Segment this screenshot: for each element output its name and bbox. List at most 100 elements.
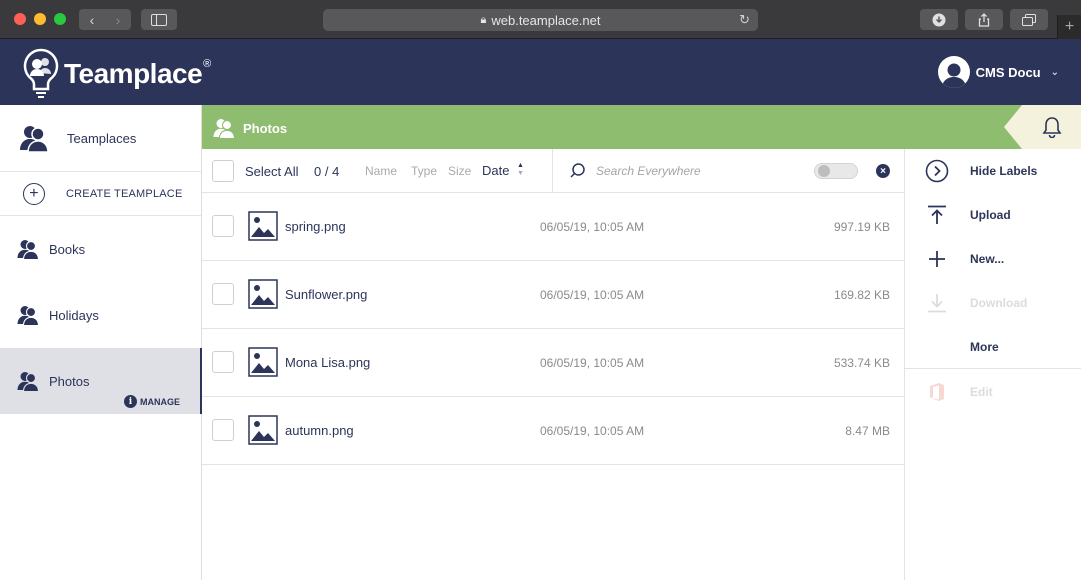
browser-toolbar: ‹ › 🔒︎ web.teamplace.net ↻ + — [0, 0, 1081, 39]
selection-count: 0 / 4 — [314, 164, 340, 179]
action-label: More — [970, 340, 999, 354]
sidebar-item-books[interactable]: Books — [0, 216, 201, 282]
tabs-overview-button[interactable] — [1010, 9, 1048, 30]
file-name[interactable]: spring.png — [285, 219, 346, 234]
reload-icon[interactable]: ↻ — [739, 12, 750, 28]
sidebar-item-label: Books — [49, 241, 86, 257]
sidebar-item-photos[interactable]: Photos i MANAGE — [0, 348, 202, 414]
sort-name-button[interactable]: Name — [365, 164, 397, 178]
search-input[interactable] — [596, 161, 796, 181]
file-toolbar: Select All 0 / 4 Name Type Size Date ▲ ▼ … — [202, 149, 904, 193]
bell-icon — [1042, 117, 1061, 138]
hide-labels-button[interactable]: Hide Labels — [905, 149, 1081, 193]
logo-head-icon — [23, 48, 59, 98]
share-icon — [978, 12, 990, 27]
file-size: 533.74 KB — [833, 356, 890, 370]
create-teamplace-button[interactable]: + CREATE TEAMPLACE — [0, 172, 201, 216]
forward-button[interactable]: › — [105, 9, 131, 30]
sort-size-button[interactable]: Size — [448, 164, 471, 178]
action-label: Edit — [970, 385, 993, 399]
search-scope-toggle[interactable] — [814, 163, 858, 179]
share-button[interactable] — [965, 9, 1003, 30]
more-button[interactable]: More — [905, 325, 1081, 369]
upload-button[interactable]: Upload — [905, 193, 1081, 237]
sidebar-item-holidays[interactable]: Holidays — [0, 282, 201, 348]
file-name[interactable]: autumn.png — [285, 423, 354, 438]
image-file-icon — [248, 347, 278, 377]
sort-direction-icon[interactable]: ▲ ▼ — [517, 162, 524, 178]
table-row[interactable]: Sunflower.png 06/05/19, 10:05 AM 169.82 … — [202, 261, 904, 329]
sort-date-button[interactable]: Date — [482, 163, 509, 178]
downloads-button[interactable] — [920, 9, 958, 30]
plus-icon — [925, 247, 949, 271]
sidebar-item-label: Holidays — [49, 307, 99, 323]
notifications-button[interactable] — [1004, 105, 1081, 149]
image-file-icon — [248, 279, 278, 309]
image-file-icon — [248, 211, 278, 241]
chevron-left-icon: ‹ — [89, 11, 95, 28]
row-checkbox[interactable] — [212, 283, 234, 305]
chevron-down-icon: ⌄ — [1050, 66, 1059, 78]
file-name[interactable]: Sunflower.png — [285, 287, 367, 302]
action-label: Upload — [970, 208, 1011, 222]
toggle-knob — [818, 165, 830, 177]
download-icon — [925, 291, 949, 315]
sidebar-toggle-button[interactable] — [141, 9, 177, 30]
tabs-icon — [1022, 13, 1036, 26]
new-tab-button[interactable]: + — [1057, 15, 1081, 39]
row-checkbox[interactable] — [212, 215, 234, 237]
teamplaces-icon — [20, 126, 49, 153]
user-menu[interactable]: CMS Docu ⌄ — [937, 56, 1059, 88]
zoom-window-button[interactable] — [54, 13, 66, 25]
banner-title: Photos — [212, 116, 287, 140]
action-label: Download — [970, 296, 1028, 310]
logo-text: Teamplace — [64, 58, 203, 89]
new-button[interactable]: New... — [905, 237, 1081, 281]
action-label: New... — [970, 252, 1005, 266]
actions-divider — [905, 368, 1081, 369]
table-row[interactable]: spring.png 06/05/19, 10:05 AM 997.19 KB — [202, 193, 904, 261]
file-list-panel: Select All 0 / 4 Name Type Size Date ▲ ▼ … — [202, 149, 904, 580]
sidebar-item-label: Teamplaces — [67, 130, 137, 146]
avatar — [937, 56, 970, 88]
manage-label: MANAGE — [140, 396, 180, 407]
select-all-label[interactable]: Select All — [245, 164, 298, 179]
chevron-right-icon: › — [115, 11, 121, 28]
team-icon — [17, 240, 40, 261]
upload-icon — [925, 203, 949, 227]
file-size: 169.82 KB — [833, 288, 890, 302]
edit-button[interactable]: Edit — [905, 370, 1081, 414]
table-row[interactable]: Mona Lisa.png 06/05/19, 10:05 AM 533.74 … — [202, 329, 904, 397]
teamplace-logo[interactable]: Teamplace ® — [22, 47, 211, 101]
office-icon — [925, 380, 949, 404]
row-checkbox[interactable] — [212, 351, 234, 373]
back-button[interactable]: ‹ — [79, 9, 105, 30]
file-size: 997.19 KB — [833, 220, 890, 234]
registered-mark: ® — [203, 58, 212, 70]
team-icon — [17, 306, 40, 327]
file-name[interactable]: Mona Lisa.png — [285, 355, 370, 370]
clear-search-button[interactable]: × — [876, 164, 890, 178]
select-all-checkbox[interactable] — [212, 160, 234, 182]
actions-panel: Hide Labels Upload New... Download More … — [904, 149, 1081, 580]
page-title: Photos — [243, 120, 288, 136]
user-silhouette-icon — [941, 63, 966, 88]
minimize-window-button[interactable] — [34, 13, 46, 25]
left-sidebar: Teamplaces + CREATE TEAMPLACE Books Holi… — [0, 105, 202, 580]
row-checkbox[interactable] — [212, 419, 234, 441]
file-date: 06/05/19, 10:05 AM — [540, 220, 645, 234]
file-date: 06/05/19, 10:05 AM — [540, 356, 645, 370]
file-date: 06/05/19, 10:05 AM — [540, 424, 645, 438]
sort-type-button[interactable]: Type — [411, 164, 437, 178]
user-name: CMS Docu — [975, 64, 1041, 80]
address-bar[interactable]: 🔒︎ web.teamplace.net ↻ — [323, 9, 758, 31]
sidebar-item-teamplaces[interactable]: Teamplaces — [0, 105, 201, 172]
download-button[interactable]: Download — [905, 281, 1081, 325]
team-icon — [17, 372, 40, 393]
manage-button[interactable]: i MANAGE — [124, 395, 180, 408]
sidebar-icon — [151, 13, 167, 26]
table-row[interactable]: autumn.png 06/05/19, 10:05 AM 8.47 MB — [202, 397, 904, 465]
close-window-button[interactable] — [14, 13, 26, 25]
team-icon — [213, 119, 236, 140]
info-icon: i — [124, 395, 137, 408]
